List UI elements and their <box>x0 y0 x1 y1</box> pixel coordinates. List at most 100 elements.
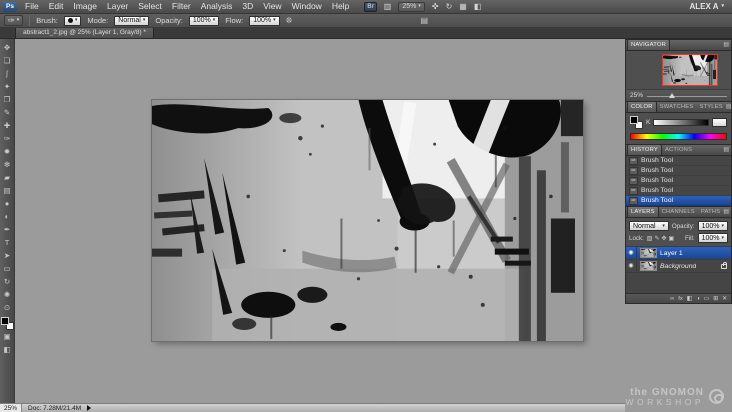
status-options-arrow-icon[interactable] <box>87 405 92 411</box>
type-tool-icon[interactable]: T <box>1 237 14 249</box>
tab-styles[interactable]: STYLES <box>696 102 725 112</box>
rotate-view-icon[interactable]: ↻ <box>446 2 453 12</box>
eyedropper-tool-icon[interactable]: ✎ <box>1 107 14 119</box>
visibility-eye-icon[interactable]: ◉ <box>626 260 637 272</box>
layer-style-icon[interactable]: fx <box>678 296 683 302</box>
hand-tool-icon[interactable]: ✺ <box>1 289 14 301</box>
menu-layer[interactable]: Layer <box>102 0 133 13</box>
delete-layer-icon[interactable]: ✕ <box>722 296 727 302</box>
visibility-eye-icon[interactable]: ◉ <box>626 247 637 259</box>
tool-preset-picker[interactable]: ✑ ▾ <box>4 15 24 26</box>
layers-blend-mode-dropdown[interactable]: Normal ▾ <box>629 221 669 231</box>
zoom-level-field[interactable]: 25% ▾ <box>398 1 425 12</box>
lock-all-icon[interactable]: ▣ <box>669 235 675 242</box>
lock-transparency-icon[interactable]: ▨ <box>647 235 653 242</box>
adjustment-layer-icon[interactable]: ◑ <box>696 296 700 302</box>
rectangular-marquee-tool-icon[interactable]: ❏ <box>1 55 14 67</box>
menu-help[interactable]: Help <box>327 0 354 13</box>
foreground-color-swatch[interactable] <box>0 317 9 325</box>
tab-history[interactable]: HISTORY <box>627 144 662 155</box>
menu-select[interactable]: Select <box>133 0 167 13</box>
pen-tool-icon[interactable]: ✒ <box>1 224 14 236</box>
foreground-background-swatches[interactable] <box>0 317 14 330</box>
layer-group-icon[interactable]: ▭ <box>704 296 709 302</box>
arrange-documents-icon[interactable]: ▦ <box>459 2 467 12</box>
healing-brush-tool-icon[interactable]: ✚ <box>1 120 14 132</box>
quick-mask-icon[interactable]: ▣ <box>1 331 14 343</box>
rotate-3d-tool-icon[interactable]: ↻ <box>1 276 14 288</box>
panel-menu-icon[interactable]: ▤ <box>723 208 729 217</box>
gradient-tool-icon[interactable]: ▤ <box>1 185 14 197</box>
launch-bridge-icon[interactable]: Br <box>364 1 377 12</box>
zoom-tool-icon[interactable]: ⊙ <box>1 302 14 314</box>
tab-layers[interactable]: LAYERS <box>627 206 659 217</box>
layer-mask-icon[interactable]: ◧ <box>687 296 692 302</box>
link-layers-icon[interactable]: ∞ <box>670 296 674 302</box>
screen-mode-icon[interactable]: ◧ <box>474 2 482 12</box>
tab-swatches[interactable]: SWATCHES <box>657 102 697 112</box>
history-step[interactable]: ✑ Brush Tool <box>626 186 731 196</box>
dodge-tool-icon[interactable]: ◐ <box>1 211 14 223</box>
panel-menu-icon[interactable]: ▤ <box>723 41 729 50</box>
history-step[interactable]: ✑ Brush Tool <box>626 196 731 206</box>
eraser-tool-icon[interactable]: ▰ <box>1 172 14 184</box>
navigator-zoom-slider[interactable] <box>647 92 727 100</box>
menu-filter[interactable]: Filter <box>167 0 196 13</box>
blend-mode-dropdown[interactable]: Normal ▾ <box>114 15 150 26</box>
hand-tool-appbar-icon[interactable]: ✜ <box>432 2 439 12</box>
airbrush-toggle-icon[interactable]: ❊ <box>286 16 293 26</box>
menu-file[interactable]: File <box>20 0 44 13</box>
workspace-switcher[interactable]: ALEX A ▾ <box>689 2 724 11</box>
color-spectrum-ramp[interactable] <box>630 133 727 140</box>
rectangle-tool-icon[interactable]: ▭ <box>1 263 14 275</box>
tab-actions[interactable]: ACTIONS <box>662 145 695 155</box>
menu-3d[interactable]: 3D <box>237 0 258 13</box>
brush-tool-icon[interactable]: ✑ <box>1 133 14 145</box>
menu-view[interactable]: View <box>258 0 286 13</box>
history-step[interactable]: ✑ Brush Tool <box>626 166 731 176</box>
app-logo-icon[interactable]: Ps <box>3 1 17 12</box>
k-channel-value-field[interactable] <box>712 118 727 127</box>
document-image[interactable] <box>152 100 583 341</box>
lock-position-icon[interactable]: ✥ <box>662 235 667 242</box>
tab-color[interactable]: COLOR <box>627 101 657 112</box>
menu-window[interactable]: Window <box>287 0 327 13</box>
slider-thumb[interactable] <box>669 92 676 98</box>
layer-row[interactable]: ◉ Background <box>626 260 731 273</box>
view-extras-icon[interactable]: ▥ <box>384 2 392 12</box>
panel-menu-icon[interactable]: ▤ <box>726 103 732 112</box>
clone-stamp-tool-icon[interactable]: ✹ <box>1 146 14 158</box>
history-step[interactable]: ✑ Brush Tool <box>626 156 731 166</box>
k-channel-slider[interactable] <box>653 119 709 126</box>
history-brush-tool-icon[interactable]: ✻ <box>1 159 14 171</box>
status-zoom-field[interactable]: 25% <box>0 404 23 412</box>
tab-navigator[interactable]: NAVIGATOR <box>627 39 670 50</box>
toggle-brushes-panel-icon[interactable]: ▤ <box>420 16 428 25</box>
opacity-field[interactable]: 100% ▾ <box>188 15 220 26</box>
tab-channels[interactable]: CHANNELS <box>659 207 698 217</box>
blur-tool-icon[interactable]: ● <box>1 198 14 210</box>
brush-preset-dropdown[interactable]: ▾ <box>63 15 82 26</box>
menu-image[interactable]: Image <box>68 0 102 13</box>
menu-analysis[interactable]: Analysis <box>196 0 238 13</box>
layers-opacity-field[interactable]: 100% ▾ <box>697 221 728 231</box>
move-tool-icon[interactable]: ✥ <box>1 42 14 54</box>
navigator-zoom-value[interactable]: 25% <box>630 92 643 99</box>
path-selection-tool-icon[interactable]: ➤ <box>1 250 14 262</box>
new-layer-icon[interactable]: ⊞ <box>713 296 718 302</box>
foreground-color-swatch[interactable] <box>630 116 638 124</box>
navigator-proxy-view[interactable] <box>662 54 718 86</box>
history-step[interactable]: ✑ Brush Tool <box>626 176 731 186</box>
document-tab[interactable]: abstract1_2.jpg @ 25% (Layer 1, Gray/8) … <box>15 27 154 38</box>
canvas-area[interactable] <box>15 39 625 403</box>
lock-pixels-icon[interactable]: ✎ <box>654 235 659 242</box>
panel-menu-icon[interactable]: ▤ <box>723 146 729 155</box>
quick-selection-tool-icon[interactable]: ✦ <box>1 81 14 93</box>
screen-mode-tool-icon[interactable]: ◧ <box>1 344 14 356</box>
menu-edit[interactable]: Edit <box>44 0 69 13</box>
lasso-tool-icon[interactable]: ʃ <box>1 68 14 80</box>
fill-field[interactable]: 100% ▾ <box>697 233 728 243</box>
tab-paths[interactable]: PATHS <box>698 207 723 217</box>
color-panel-swatches[interactable] <box>630 116 643 129</box>
layer-row[interactable]: ◉ Layer 1 <box>626 247 731 260</box>
